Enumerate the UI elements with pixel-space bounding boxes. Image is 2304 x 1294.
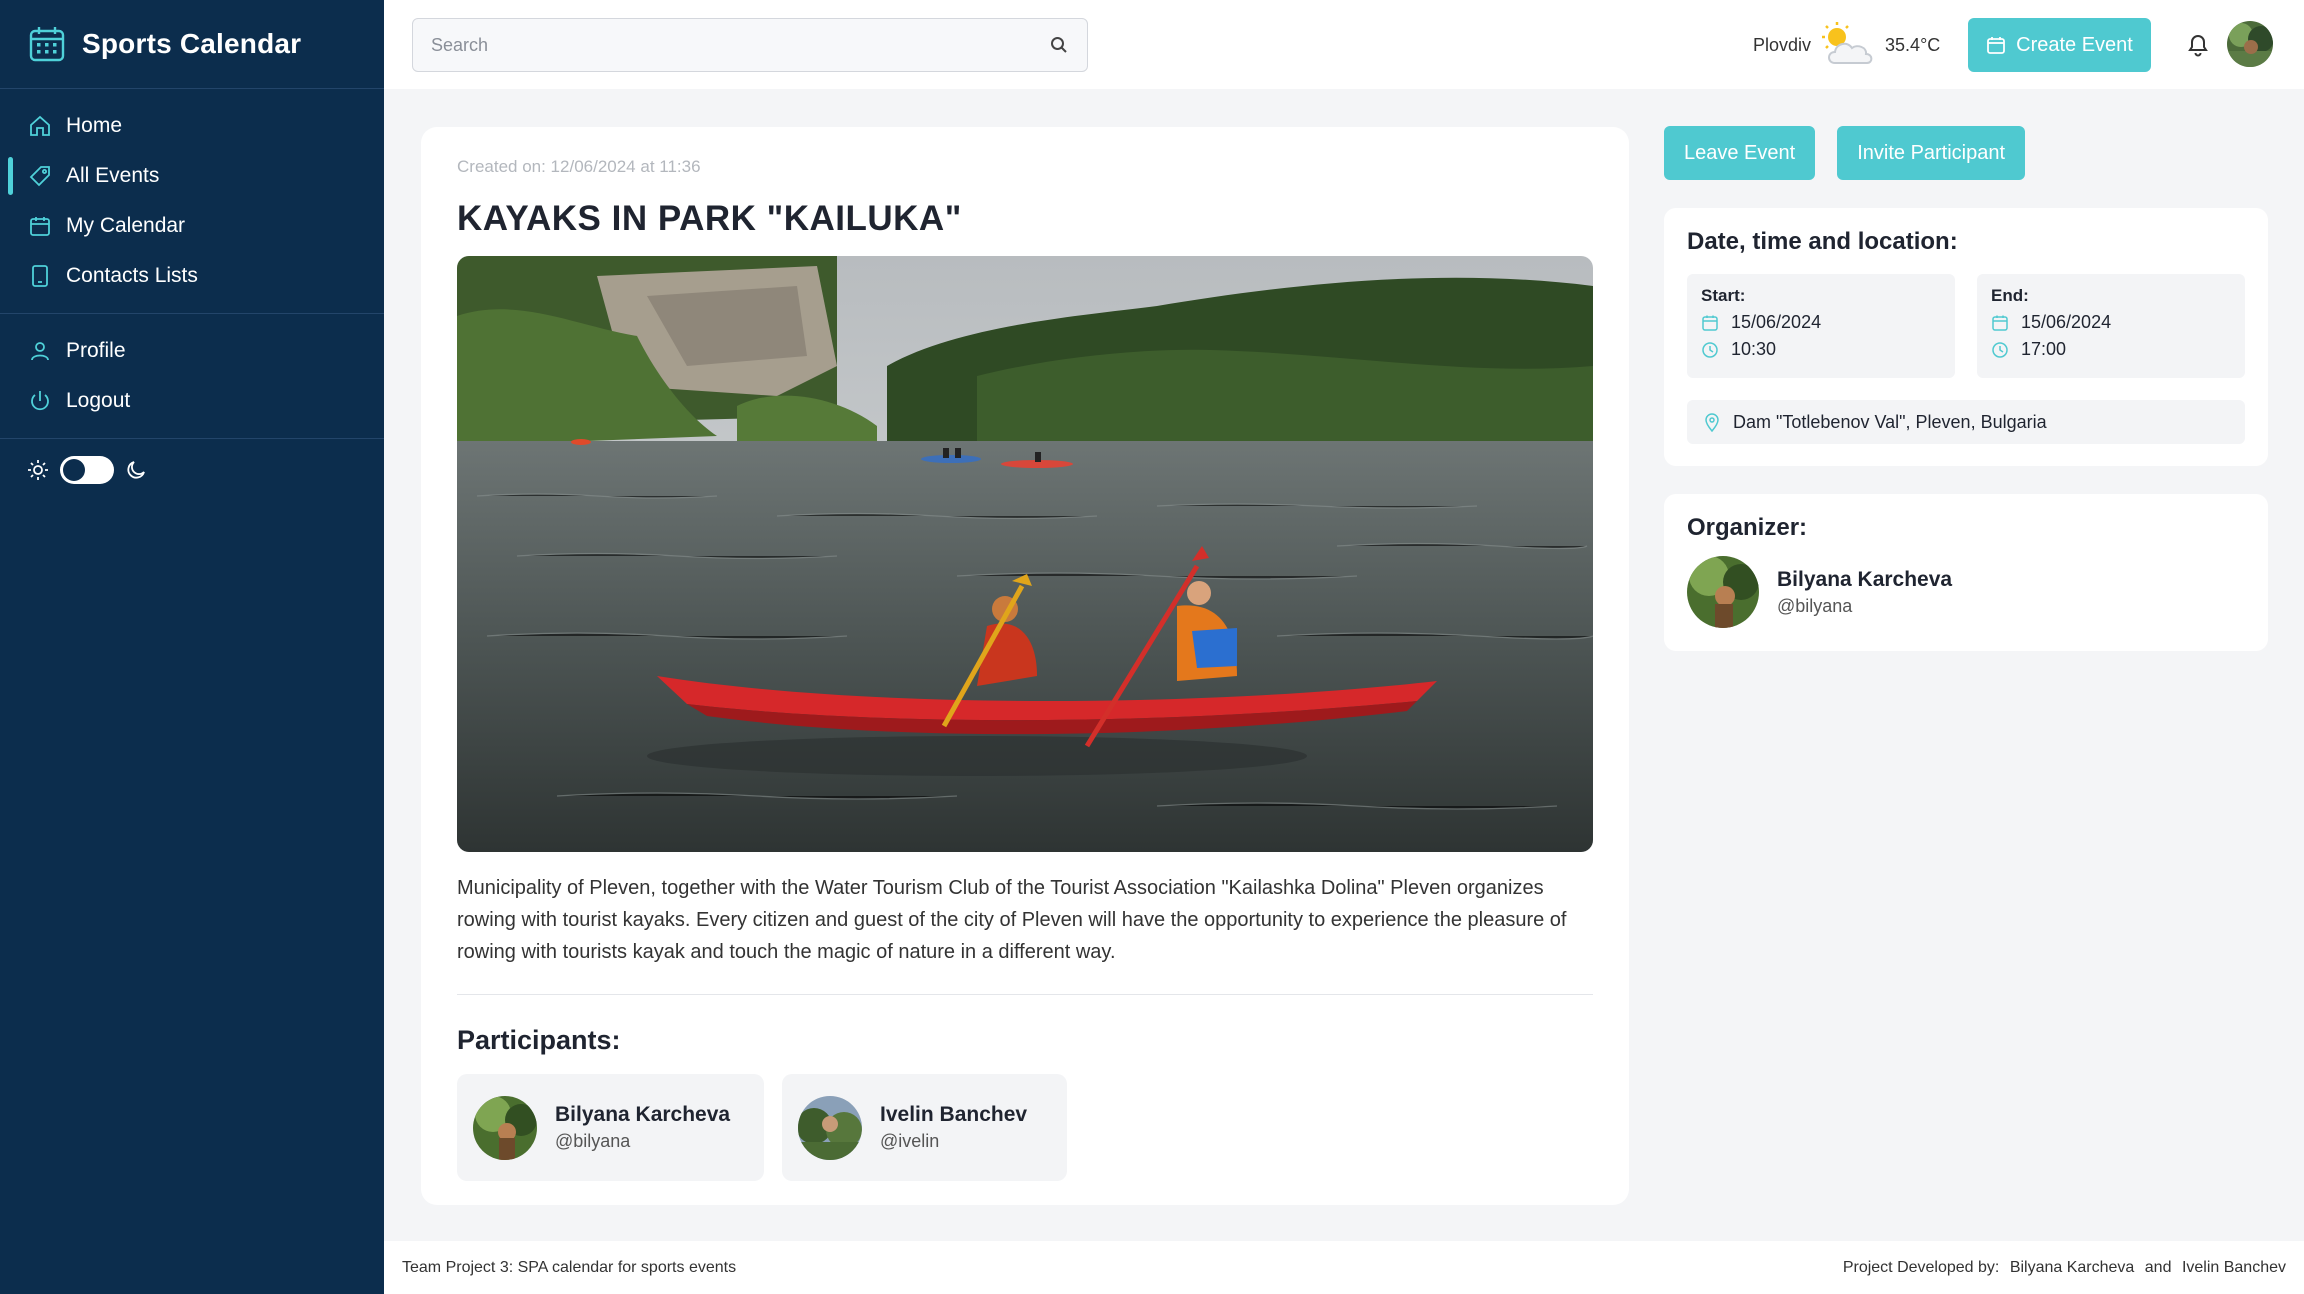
app-title: Sports Calendar [82,28,302,59]
search-box[interactable] [412,18,1088,72]
footer-project-text: Team Project 3: SPA calendar for sports … [402,1258,737,1276]
calendar-icon [1992,315,2008,331]
nav-item-my-calendar[interactable]: My Calendar [0,201,384,251]
start-time: 10:30 [1731,339,1777,359]
clock-icon [1992,341,2008,358]
participants-list: Bilyana Karcheva @bilyana Ivelin Banchev… [457,1074,1593,1181]
weather-widget: Plovdiv 35.4°C [1753,18,1940,72]
event-description: Municipality of Pleven, together with th… [457,877,1567,963]
create-event-button[interactable]: Create Event [1968,18,2151,72]
nav-item-profile[interactable]: Profile [0,326,384,376]
footer-and: and [2144,1258,2172,1276]
calendar-icon [29,27,65,62]
main-nav: Home All Events My Calendar Contacts Lis… [0,89,384,314]
footer-credits: Project Developed by: Bilyana Karcheva a… [1837,1259,2286,1277]
end-time: 17:00 [2021,339,2067,359]
calendar-icon [1702,315,1718,331]
toggle-knob [63,459,85,481]
tag-icon [29,166,50,187]
participant-name: Bilyana Karcheva [555,1103,731,1126]
end-box: End: 15/06/2024 17:00 [1977,274,2245,378]
start-date: 15/06/2024 [1731,312,1822,332]
organizer-card: Organizer: Bilyana Karcheva @bilyana [1664,494,2268,651]
clock-icon [1702,341,1718,358]
sidebar: Sports Calendar Home All Events My Calen… [0,0,384,1294]
search-input[interactable] [431,34,1049,56]
date-time-location-card: Date, time and location: Start: 15/06/20… [1664,208,2268,466]
nav-item-all-events[interactable]: All Events [0,151,384,201]
bell-icon[interactable] [2184,30,2212,58]
divider [457,994,1593,995]
leave-event-button[interactable]: Leave Event [1664,126,1816,180]
weather-city: Plovdiv [1753,34,1812,55]
event-actions: Leave Event Invite Participant [1664,126,2026,180]
phone-book-icon [32,265,48,287]
partly-sunny-icon [1822,22,1873,64]
nav-label: Home [66,114,123,137]
participant-username: @bilyana [555,1131,631,1151]
footer: Team Project 3: SPA calendar for sports … [384,1241,2304,1294]
end-date: 15/06/2024 [2021,312,2112,332]
user-avatar[interactable] [2227,21,2273,67]
weather-temperature: 35.4°C [1885,34,1941,55]
start-date-row: 15/06/2024 [1701,312,1941,333]
theme-switcher [0,439,384,501]
nav-item-home[interactable]: Home [0,101,384,151]
location-row: Dam "Totlebenov Val", Pleven, Bulgaria [1687,400,2245,444]
calendar-plus-icon [1987,37,2006,54]
participant-card[interactable]: Bilyana Karcheva @bilyana [457,1074,764,1181]
organizer-username: @bilyana [1777,595,1853,616]
kayak-photo [457,256,1593,852]
end-date-row: 15/06/2024 [1991,312,2231,333]
home-icon [30,115,50,136]
calendar-icon [30,217,50,236]
participants-heading: Participants: [457,1025,621,1055]
start-box: Start: 15/06/2024 10:30 [1687,274,1955,378]
organizer-name: Bilyana Karcheva [1777,567,1953,591]
end-time-row: 17:00 [1991,339,2231,360]
nav-label: All Events [66,164,160,187]
nav-item-contacts-lists[interactable]: Contacts Lists [0,251,384,301]
theme-toggle[interactable] [60,456,114,484]
nav-label: My Calendar [66,214,186,237]
search-icon[interactable] [1049,35,1069,55]
start-label: Start: [1701,286,1746,305]
event-location: Dam "Totlebenov Val", Pleven, Bulgaria [1733,411,2047,432]
event-title: KAYAKS IN PARK "KAILUKA" [457,199,962,238]
date-range: Start: 15/06/2024 10:30 End: 15/06/2024 … [1687,274,2245,378]
end-label: End: [1991,286,2029,305]
event-image [457,256,1593,852]
created-timestamp: Created on: 12/06/2024 at 11:36 [457,157,701,176]
event-card: Created on: 12/06/2024 at 11:36 KAYAKS I… [421,127,1629,1205]
invite-participant-button[interactable]: Invite Participant [1837,126,2026,180]
topbar: Plovdiv 35.4°C Create Event [384,0,2304,89]
footer-credits-prefix: Project Developed by: [1842,1258,2000,1276]
avatar [1687,556,1759,628]
power-icon [31,391,49,411]
participant-username: @ivelin [880,1131,940,1151]
avatar-image [2227,21,2273,67]
nav-item-logout[interactable]: Logout [0,376,384,426]
account-nav: Profile Logout [0,314,384,439]
avatar [473,1095,537,1160]
avatar [798,1095,862,1160]
participant-name: Ivelin Banchev [880,1103,1028,1126]
create-event-label: Create Event [2016,33,2133,56]
brand[interactable]: Sports Calendar [0,0,384,89]
moon-icon [127,461,145,479]
nav-label: Logout [66,389,131,412]
start-time-row: 10:30 [1701,339,1941,360]
sun-icon [28,460,48,480]
user-icon [31,342,49,361]
footer-dev-link[interactable]: Ivelin Banchev [2182,1259,2286,1276]
footer-dev-link[interactable]: Bilyana Karcheva [2010,1259,2135,1276]
organizer-heading: Organizer: [1687,514,1808,541]
nav-label: Profile [66,339,126,362]
participant-card[interactable]: Ivelin Banchev @ivelin [782,1074,1067,1181]
map-pin-icon [1705,413,1719,432]
details-heading: Date, time and location: [1687,228,1958,255]
nav-label: Contacts Lists [66,264,198,287]
organizer-profile[interactable]: Bilyana Karcheva @bilyana [1687,556,2245,628]
